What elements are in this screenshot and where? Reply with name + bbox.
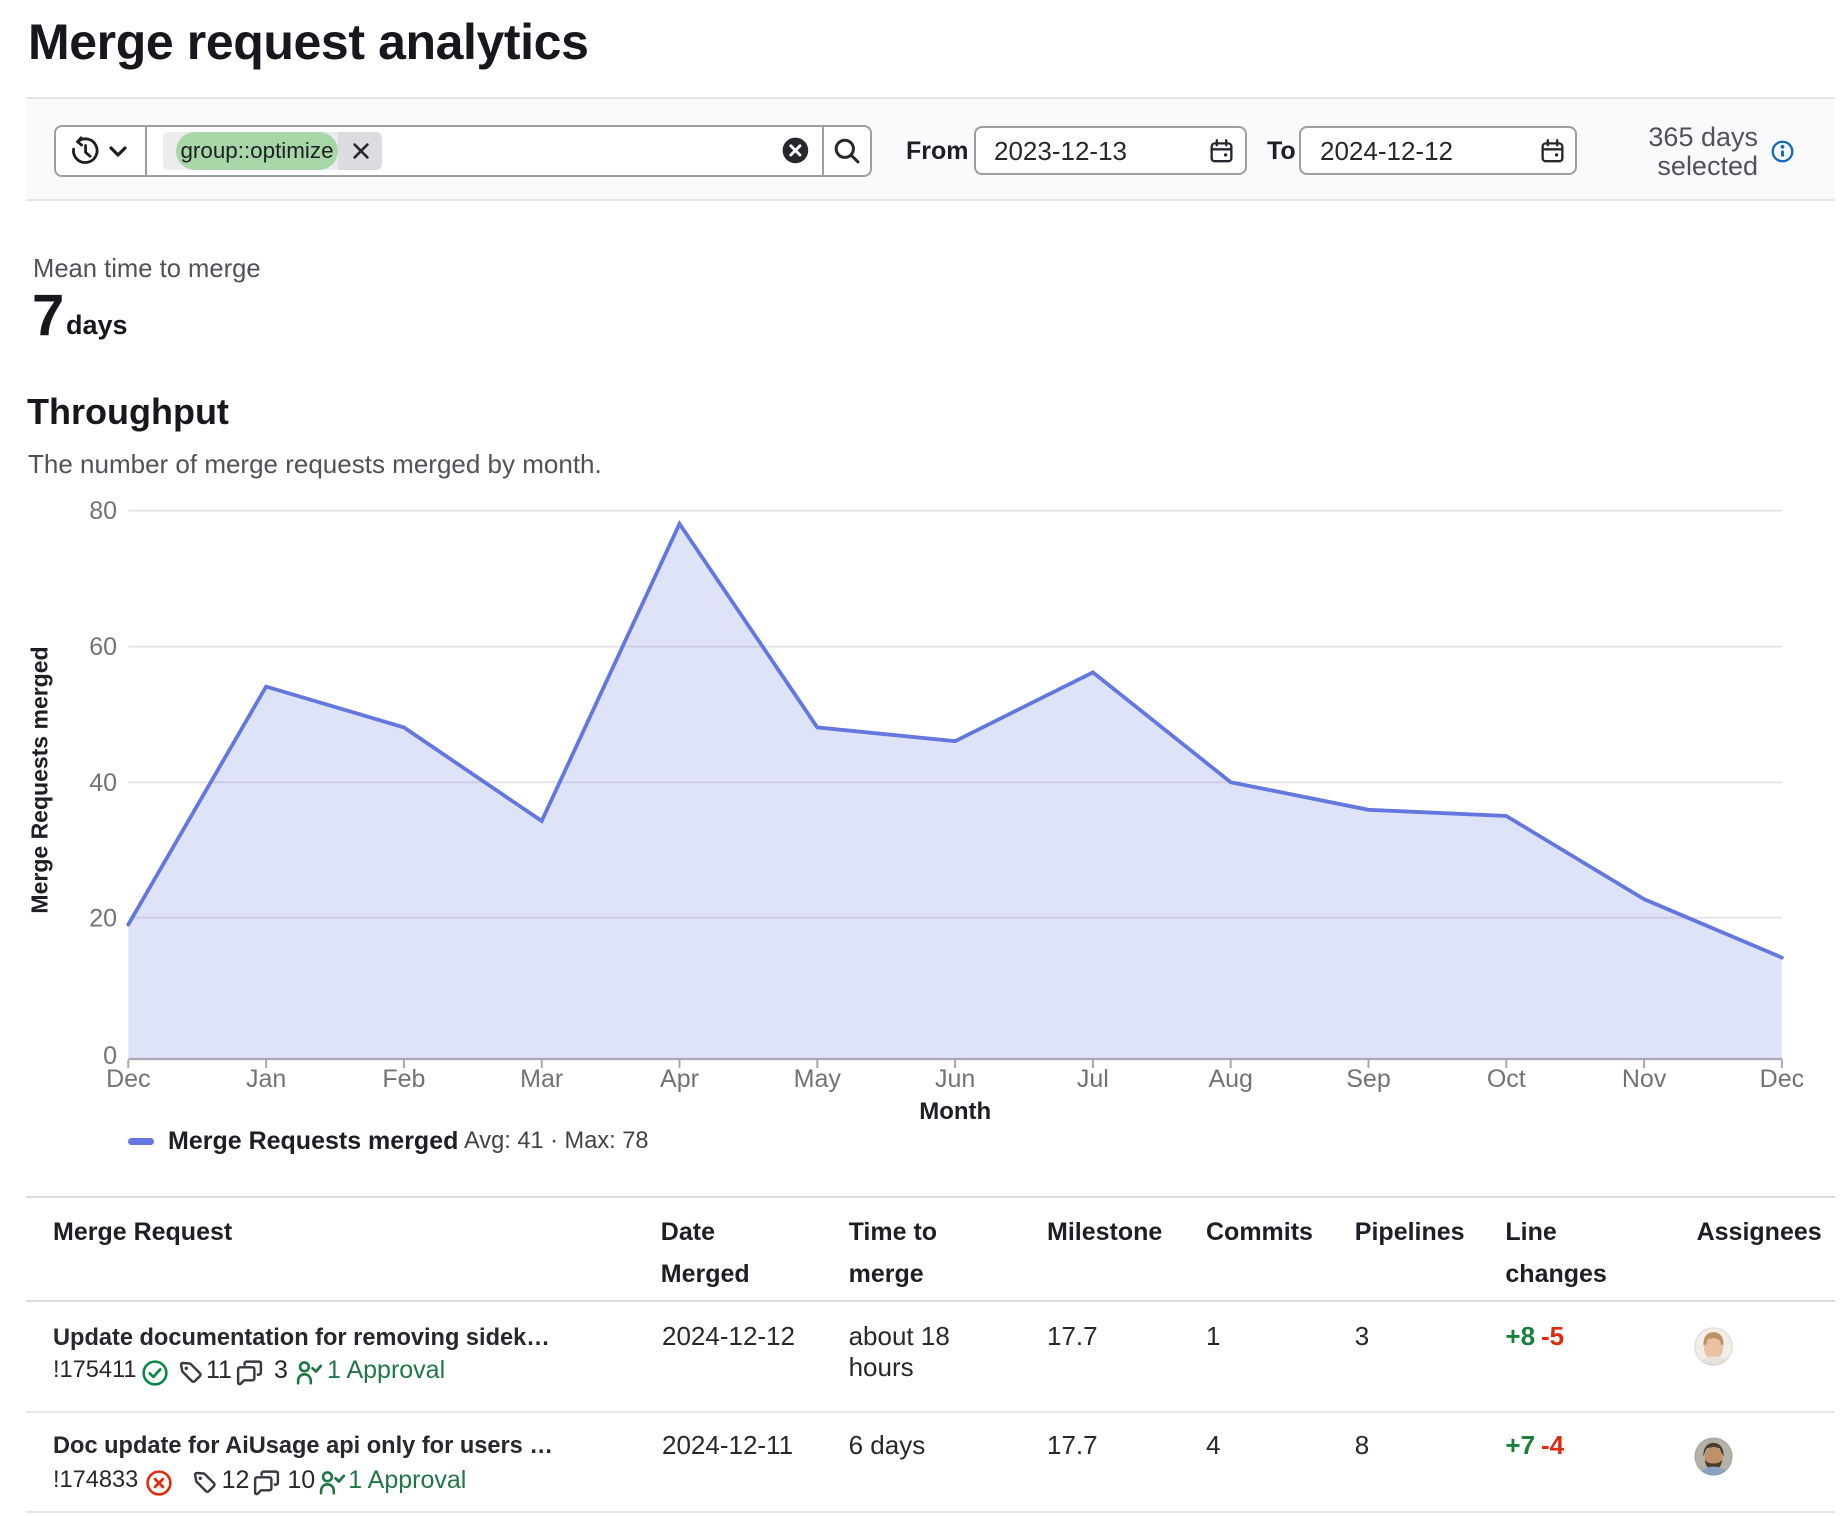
svg-text:Jan: Jan: [246, 1065, 286, 1093]
svg-text:May: May: [794, 1065, 842, 1093]
svg-text:Mar: Mar: [520, 1065, 563, 1093]
svg-text:Month: Month: [919, 1098, 991, 1125]
svg-text:Nov: Nov: [1622, 1065, 1667, 1093]
svg-text:Jul: Jul: [1077, 1065, 1109, 1093]
svg-text:Jun: Jun: [935, 1065, 975, 1093]
svg-text:Merge Requests merged: Merge Requests merged: [27, 646, 53, 913]
svg-text:Oct: Oct: [1487, 1065, 1526, 1093]
svg-text:Dec: Dec: [106, 1065, 150, 1093]
svg-text:Dec: Dec: [1760, 1065, 1804, 1093]
svg-text:20: 20: [89, 904, 117, 932]
svg-text:80: 80: [89, 497, 117, 525]
svg-text:Feb: Feb: [382, 1065, 425, 1093]
svg-text:Aug: Aug: [1208, 1065, 1252, 1093]
svg-text:60: 60: [89, 633, 117, 661]
svg-text:40: 40: [89, 769, 117, 797]
svg-text:Sep: Sep: [1346, 1065, 1390, 1093]
svg-text:Apr: Apr: [660, 1065, 699, 1093]
